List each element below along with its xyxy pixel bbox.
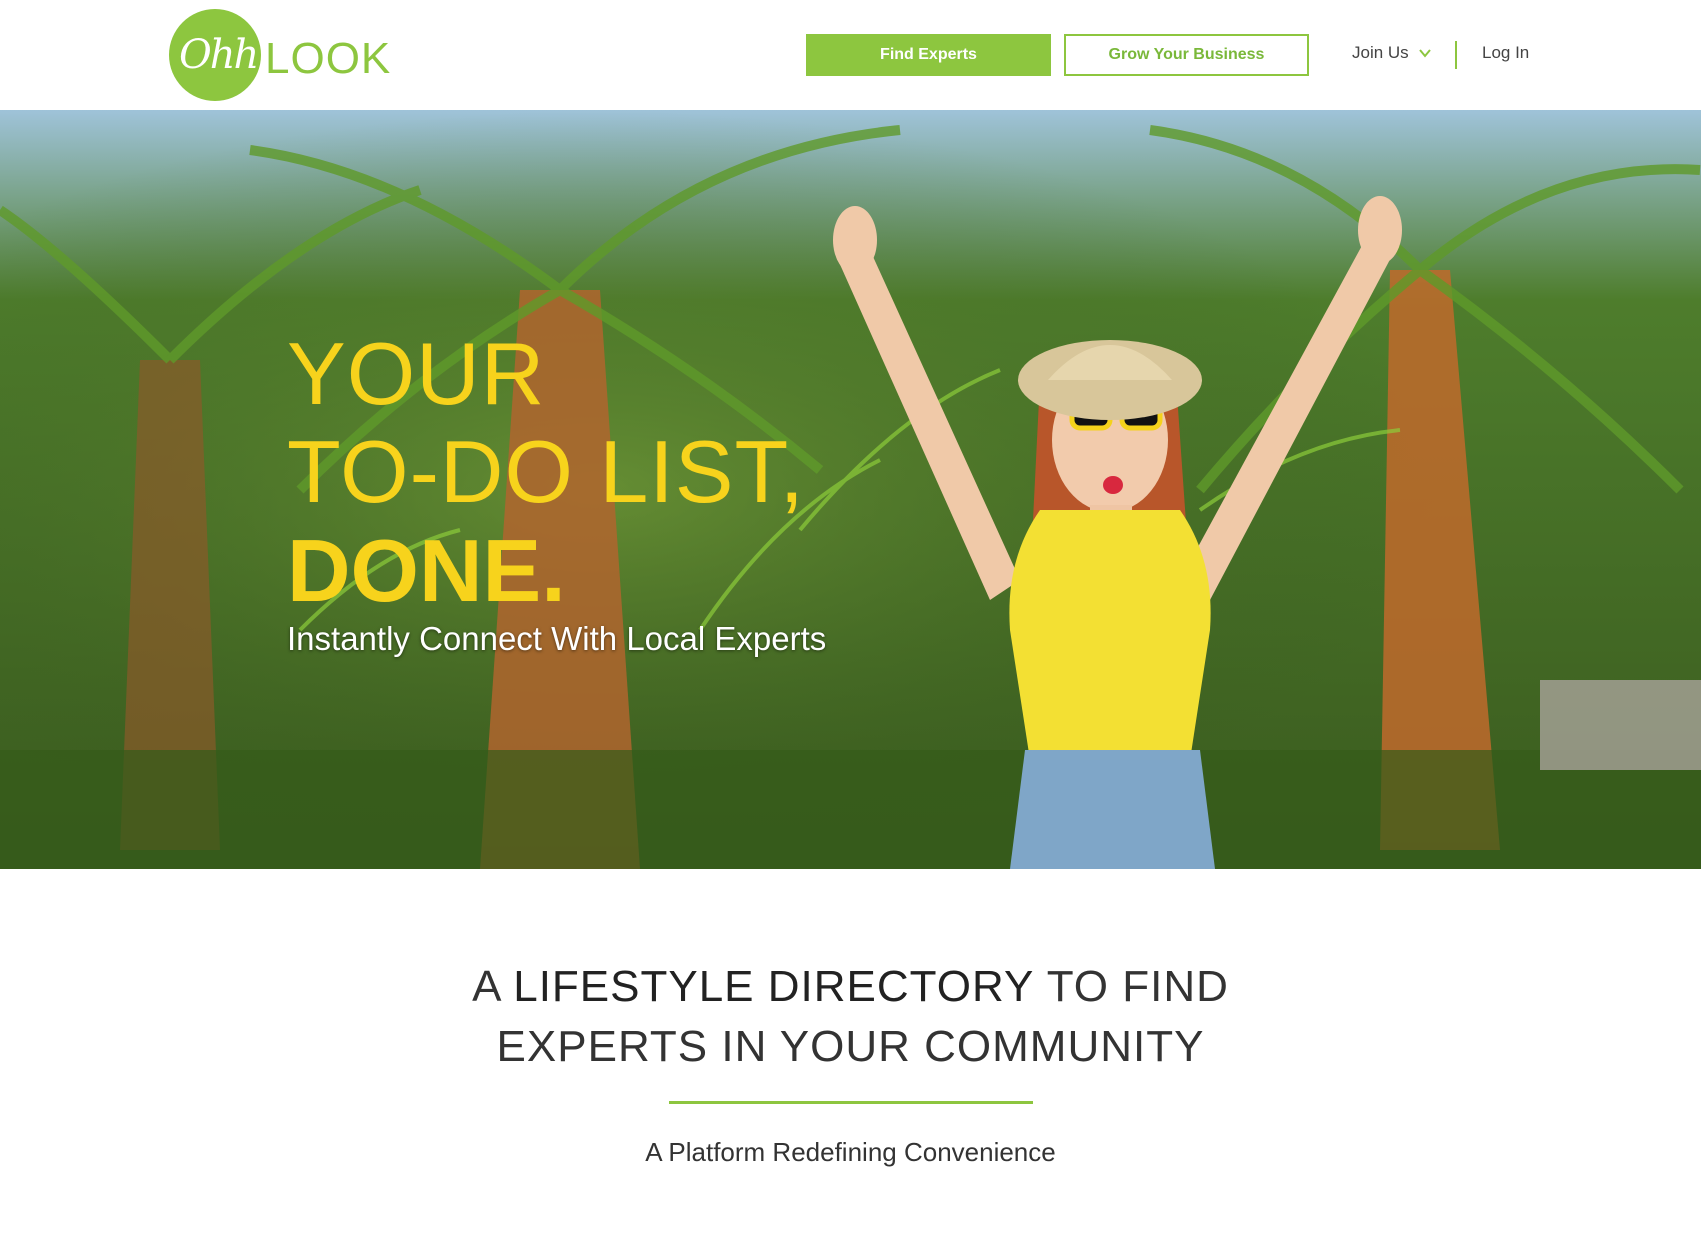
headline-prefix: A bbox=[472, 962, 514, 1011]
nav-divider bbox=[1455, 41, 1457, 69]
chevron-down-icon bbox=[1418, 49, 1431, 58]
section-tagline: A Platform Redefining Convenience bbox=[645, 1137, 1056, 1167]
green-divider bbox=[669, 1101, 1033, 1104]
section-headline: A LIFESTYLE DIRECTORY TO FIND EXPERTS IN… bbox=[0, 957, 1701, 1077]
log-in-link[interactable]: Log In bbox=[1482, 43, 1529, 63]
logo-ohh-text: Ohh bbox=[179, 32, 259, 78]
join-us-label: Join Us bbox=[1352, 43, 1409, 62]
ohhlook-logo[interactable]: Ohh LOOK bbox=[169, 9, 390, 101]
find-experts-button[interactable]: Find Experts bbox=[806, 34, 1051, 76]
hero-line-your: YOUR bbox=[287, 324, 546, 423]
headline-bold: LIFESTYLE DIRECTORY bbox=[513, 962, 1035, 1011]
hero-background-image bbox=[0, 110, 1701, 869]
join-us-dropdown[interactable]: Join Us bbox=[1352, 43, 1432, 63]
logo-circle: Ohh bbox=[169, 9, 261, 101]
logo-look-text: LOOK bbox=[265, 34, 392, 83]
hero-subtitle: Instantly Connect With Local Experts bbox=[287, 620, 827, 657]
site-header: Ohh LOOK Find Experts Grow Your Business… bbox=[0, 0, 1701, 110]
grow-your-business-button[interactable]: Grow Your Business bbox=[1064, 34, 1309, 76]
headline-line2: EXPERTS IN YOUR COMMUNITY bbox=[496, 1022, 1205, 1071]
hero-heading: YOUR TO-DO LIST, DONE. bbox=[287, 325, 805, 621]
hero-line-todo: TO-DO LIST, bbox=[287, 422, 805, 521]
headline-suffix: TO FIND bbox=[1034, 962, 1229, 1011]
hero-banner: YOUR TO-DO LIST, DONE. Instantly Connect… bbox=[0, 110, 1701, 869]
hero-line-done: DONE. bbox=[287, 521, 566, 620]
intro-section: A LIFESTYLE DIRECTORY TO FIND EXPERTS IN… bbox=[0, 869, 1701, 1259]
